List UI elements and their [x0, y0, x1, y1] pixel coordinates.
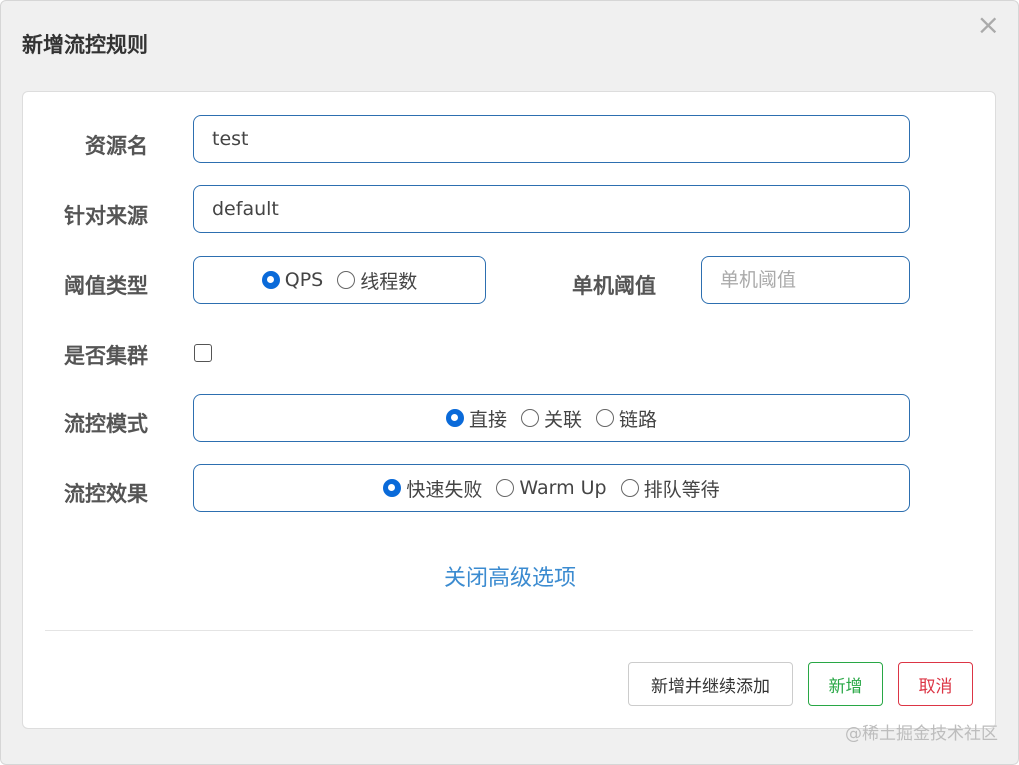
grade-radio-group: QPS 线程数 [193, 256, 486, 304]
cancel-button[interactable]: 取消 [898, 662, 973, 706]
watermark: @稀土掘金技术社区 [845, 724, 998, 744]
strategy-option-direct[interactable]: 直接 [445, 405, 507, 432]
strategy-chain-radio[interactable] [596, 409, 614, 427]
strategy-direct-label: 直接 [468, 408, 507, 431]
add-and-continue-button[interactable]: 新增并继续添加 [628, 662, 793, 706]
dialog-title: 新增流控规则 [22, 33, 148, 57]
grade-qps-radio[interactable] [261, 271, 280, 289]
form-panel: 资源名 针对来源 阈值类型 QPS 线程数 单机阈值 是否集群 流控模式 [22, 91, 996, 729]
behavior-option-fast-fail[interactable]: 快速失败 [383, 475, 482, 502]
resource-name-label: 资源名 [85, 134, 148, 158]
cluster-mode-checkbox[interactable] [194, 344, 212, 362]
strategy-relate-label: 关联 [543, 408, 582, 431]
strategy-chain-label: 链路 [619, 408, 658, 431]
strategy-label: 流控模式 [64, 412, 148, 436]
behavior-fast-fail-radio[interactable] [383, 479, 402, 497]
behavior-option-queue[interactable]: 排队等待 [620, 475, 720, 502]
count-input[interactable] [701, 256, 910, 304]
grade-option-thread[interactable]: 线程数 [337, 267, 417, 294]
behavior-option-warm-up[interactable]: Warm Up [496, 477, 607, 499]
limit-app-input[interactable] [193, 185, 910, 233]
strategy-option-relate[interactable]: 关联 [520, 405, 582, 432]
close-icon[interactable]: × [977, 11, 1000, 39]
strategy-relate-radio[interactable] [520, 409, 539, 427]
behavior-queue-radio[interactable] [620, 479, 639, 497]
grade-thread-label: 线程数 [360, 270, 418, 293]
add-flow-rule-dialog: 新增流控规则 × 资源名 针对来源 阈值类型 QPS 线程数 单机阈值 是否集群… [0, 0, 1019, 765]
grade-thread-radio[interactable] [337, 271, 356, 289]
count-label: 单机阈值 [572, 274, 656, 298]
behavior-fast-fail-label: 快速失败 [406, 478, 483, 501]
close-advanced-options-link[interactable]: 关闭高级选项 [23, 560, 997, 592]
strategy-radio-group: 直接 关联 链路 [193, 394, 910, 442]
behavior-warm-up-radio[interactable] [496, 479, 515, 497]
control-behavior-radio-group: 快速失败 Warm Up 排队等待 [193, 464, 910, 512]
behavior-queue-label: 排队等待 [643, 478, 720, 501]
limit-app-label: 针对来源 [64, 204, 148, 228]
grade-label: 阈值类型 [64, 274, 148, 298]
strategy-direct-radio[interactable] [445, 409, 464, 427]
grade-option-qps[interactable]: QPS [261, 269, 324, 291]
footer-divider [45, 630, 973, 631]
add-button[interactable]: 新增 [808, 662, 883, 706]
control-behavior-label: 流控效果 [64, 482, 148, 506]
resource-name-input[interactable] [193, 115, 910, 163]
cluster-mode-label: 是否集群 [64, 344, 148, 368]
grade-qps-label: QPS [284, 269, 324, 291]
strategy-option-chain[interactable]: 链路 [596, 405, 657, 432]
behavior-warm-up-label: Warm Up [519, 477, 607, 499]
